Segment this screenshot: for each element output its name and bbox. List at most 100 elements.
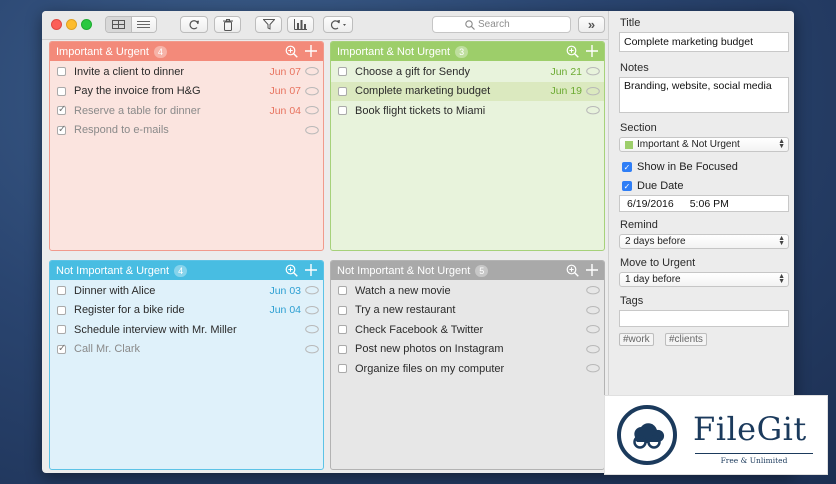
task-row[interactable]: Schedule interview with Mr. Miller	[50, 320, 323, 340]
task-checkbox[interactable]	[57, 305, 66, 315]
note-bubble-icon[interactable]	[586, 86, 600, 96]
checkmark-icon: ✓	[622, 181, 632, 191]
note-bubble-icon[interactable]	[586, 67, 600, 76]
note-bubble-icon[interactable]	[586, 364, 600, 373]
task-list: Dinner with Alice Jun 03 Register for a bi…	[50, 280, 323, 359]
task-row[interactable]: Check Facebook & Twitter	[331, 320, 604, 340]
note-bubble-icon[interactable]	[586, 305, 600, 315]
note-bubble-icon[interactable]	[586, 106, 600, 115]
note-bubble-icon[interactable]	[305, 106, 319, 115]
list-view-button[interactable]	[131, 17, 156, 32]
note-bubble-icon[interactable]	[305, 67, 319, 76]
task-row[interactable]: Watch a new movie	[331, 281, 604, 301]
task-checkbox[interactable]	[338, 325, 347, 335]
task-row[interactable]: Respond to e-mails	[50, 121, 323, 141]
quadrant-header: Not Important & Urgent 4	[50, 261, 323, 280]
task-row[interactable]: Register for a bike ride Jun 04	[50, 301, 323, 321]
toggle-details-button[interactable]: »	[578, 16, 605, 33]
delete-button[interactable]	[214, 16, 241, 33]
due-time-value[interactable]: 5:06 PM	[690, 198, 729, 210]
search-input[interactable]	[475, 19, 538, 30]
task-checkbox[interactable]	[57, 124, 66, 135]
close-window-button[interactable]	[51, 19, 62, 30]
task-row[interactable]: Reserve a table for dinner Jun 04	[50, 101, 323, 121]
task-checkbox[interactable]	[338, 106, 347, 116]
add-task-icon[interactable]	[586, 45, 598, 57]
note-bubble-icon[interactable]	[586, 325, 600, 334]
task-checkbox[interactable]	[57, 67, 66, 77]
task-checkbox[interactable]	[338, 286, 347, 296]
task-checkbox[interactable]	[338, 344, 347, 354]
note-bubble-icon[interactable]	[305, 325, 319, 334]
remind-select[interactable]: 2 days before ▲ ▼	[619, 234, 789, 249]
double-chevron-right-icon: »	[587, 17, 596, 32]
section-select[interactable]: Important & Not Urgent ▲ ▼	[619, 137, 789, 152]
task-row[interactable]: Complete marketing budget Jun 19	[331, 81, 604, 101]
due-date-label: Due Date	[637, 180, 684, 192]
note-bubble-icon[interactable]	[586, 286, 600, 295]
zoom-in-icon[interactable]	[566, 45, 579, 58]
add-task-icon[interactable]	[305, 264, 317, 276]
due-date-field[interactable]: 6/19/2016 5:06 PM	[619, 195, 789, 212]
task-row[interactable]: Pay the invoice from H&G Jun 07	[50, 82, 323, 102]
due-date-value[interactable]: 6/19/2016	[627, 198, 674, 210]
zoom-window-button[interactable]	[81, 19, 92, 30]
task-label: Call Mr. Clark	[74, 343, 141, 356]
task-checkbox[interactable]	[338, 67, 347, 77]
task-label: Pay the invoice from H&G	[74, 85, 201, 98]
task-label: Book flight tickets to Miami	[355, 104, 486, 117]
note-bubble-icon[interactable]	[305, 125, 319, 135]
task-row[interactable]: Book flight tickets to Miami	[331, 101, 604, 121]
task-count-badge: 4	[174, 264, 188, 277]
task-row[interactable]: Organize files on my computer	[331, 359, 604, 379]
section-select-value: Important & Not Urgent	[637, 139, 740, 150]
task-checkbox[interactable]	[57, 104, 66, 116]
sync-button[interactable]	[180, 16, 208, 33]
quadrant-header: Not Important & Not Urgent 5	[331, 261, 604, 280]
note-bubble-icon[interactable]	[586, 344, 600, 354]
note-bubble-icon[interactable]	[305, 286, 319, 295]
move-to-urgent-select[interactable]: 1 day before ▲ ▼	[619, 272, 789, 287]
zoom-in-icon[interactable]	[285, 264, 298, 277]
statistics-button[interactable]	[287, 16, 314, 33]
minimize-window-button[interactable]	[66, 19, 77, 30]
tag-chip[interactable]: #work	[619, 333, 654, 346]
task-checkbox[interactable]	[338, 364, 347, 374]
filegit-name: FileGit	[693, 410, 807, 448]
task-checkbox[interactable]	[57, 286, 66, 296]
move-to-urgent-label: Move to Urgent	[620, 257, 696, 269]
title-field[interactable]	[619, 32, 789, 52]
add-task-icon[interactable]	[305, 45, 317, 57]
note-bubble-icon[interactable]	[305, 86, 319, 96]
task-checkbox[interactable]	[338, 86, 347, 96]
tags-input[interactable]	[619, 310, 789, 327]
show-focused-checkbox[interactable]: ✓ Show in Be Focused	[622, 161, 738, 173]
task-checkbox[interactable]	[57, 86, 66, 96]
task-row[interactable]: Try a new restaurant	[331, 301, 604, 321]
zoom-in-icon[interactable]	[285, 45, 298, 58]
due-date-checkbox[interactable]: ✓ Due Date	[622, 180, 683, 192]
task-checkbox[interactable]	[338, 305, 347, 315]
task-checkbox[interactable]	[57, 343, 66, 354]
zoom-in-icon[interactable]	[566, 264, 579, 277]
stepper-arrows-icon: ▲ ▼	[778, 138, 785, 150]
show-focused-label: Show in Be Focused	[637, 161, 738, 173]
filter-button[interactable]	[255, 16, 282, 33]
add-task-icon[interactable]	[586, 264, 598, 276]
tag-chip[interactable]: #clients	[665, 333, 707, 346]
task-row[interactable]: Call Mr. Clark	[50, 340, 323, 360]
task-checkbox[interactable]	[57, 325, 66, 335]
task-row[interactable]: Post new photos on Instagram	[331, 340, 604, 360]
task-due-date: Jun 03	[269, 284, 301, 297]
search-field[interactable]	[432, 16, 571, 33]
tags-label: Tags	[620, 295, 644, 307]
note-bubble-icon[interactable]	[305, 305, 319, 315]
task-row[interactable]: Choose a gift for Sendy Jun 21	[331, 62, 604, 82]
notes-field[interactable]: Branding, website, social media	[619, 77, 789, 113]
task-label: Complete marketing budget	[355, 85, 491, 98]
grid-view-button[interactable]	[106, 17, 132, 32]
task-row[interactable]: Invite a client to dinner Jun 07	[50, 62, 323, 82]
task-row[interactable]: Dinner with Alice Jun 03	[50, 281, 323, 301]
repeat-menu-button[interactable]	[323, 16, 353, 33]
note-bubble-icon[interactable]	[305, 344, 319, 354]
